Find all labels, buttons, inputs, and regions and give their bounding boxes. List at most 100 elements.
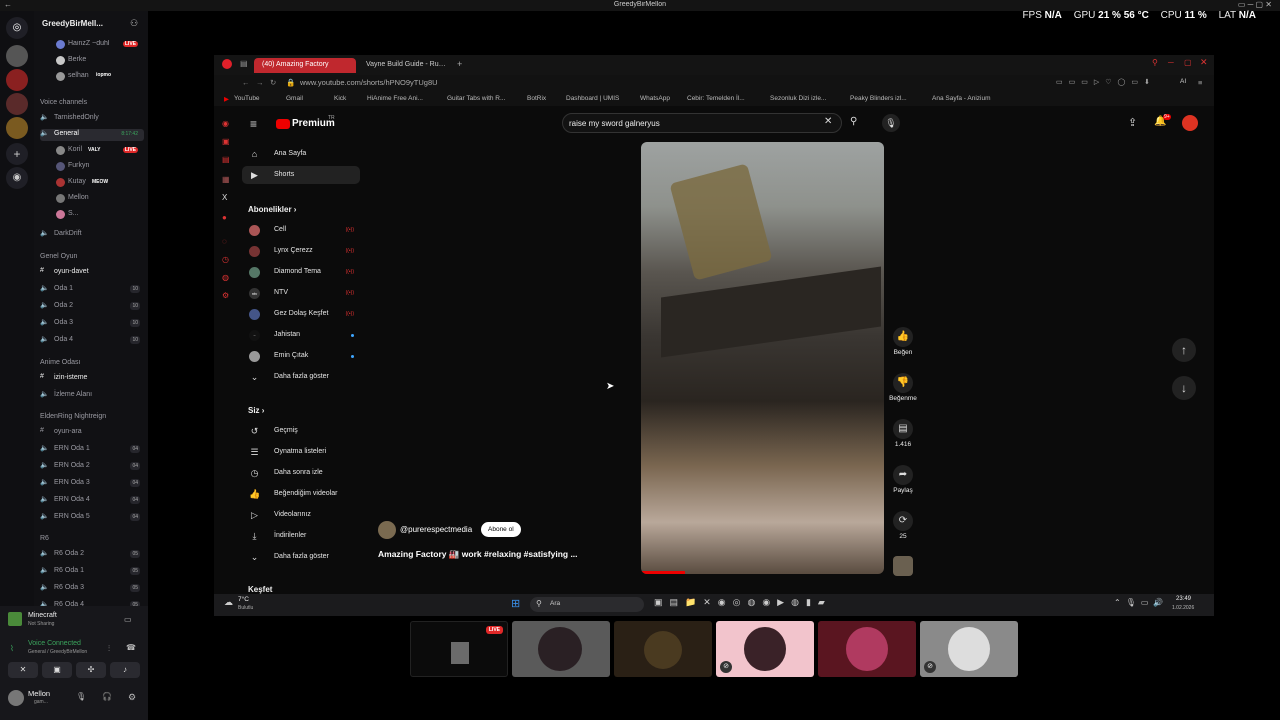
new-tab-icon[interactable]: + [457, 59, 462, 69]
bookmark-peaky[interactable]: Peaky Blinders izl... [850, 95, 907, 102]
category-r6[interactable]: R6 [40, 535, 144, 547]
stream-thumbnail[interactable]: ⊘ [920, 621, 1018, 677]
clear-search-icon[interactable]: ✕ [824, 116, 832, 127]
server-icon[interactable] [6, 117, 28, 139]
menu-icon[interactable]: ≡ [1198, 78, 1202, 87]
bookmark-botrix[interactable]: BotRix [527, 95, 546, 102]
pinned-apps[interactable]: ▣▤📁✕◉◎◍◉▶◍▮▰ [654, 597, 832, 608]
remix-button[interactable]: ⟳ 25 [886, 511, 920, 540]
search-icon[interactable]: ⚲ [1152, 58, 1158, 67]
sidebar-icon[interactable]: ▣ [222, 137, 230, 146]
voice-channel[interactable]: 🔈 Oda 4 10 [40, 335, 144, 347]
bookmark-sezonluk[interactable]: Sezonluk Dizi izle... [770, 95, 826, 102]
explore-icon[interactable]: ◉ [6, 167, 28, 189]
category-genel[interactable]: Genel Oyun [40, 253, 144, 265]
hamburger-icon[interactable]: ≡ [250, 117, 257, 131]
sound-thumbnail[interactable] [893, 556, 913, 576]
bookmark-gmail[interactable]: Gmail [286, 95, 303, 102]
video-progress-bar[interactable] [641, 571, 685, 574]
sidebar-icon[interactable]: ◍ [222, 273, 229, 282]
headphones-icon[interactable]: 🎧 [102, 692, 112, 701]
voice-channel[interactable]: 🔈 Oda 3 10 [40, 318, 144, 330]
server-icon[interactable] [6, 93, 28, 115]
gear-icon[interactable]: ⚙ [128, 692, 136, 703]
bookmark-cebir[interactable]: Cebir: Temelden İl... [687, 95, 745, 102]
microphone-icon[interactable]: 🎙 [882, 114, 900, 132]
stream-thumbnail[interactable]: ⊘ [716, 621, 814, 677]
subscribe-button[interactable]: Abone ol [481, 522, 521, 537]
nav-downloads[interactable]: ⤓ İndirilenler [242, 527, 360, 545]
voice-channel-active[interactable]: 🔈 General 8:17:42 [40, 129, 144, 141]
forward-icon[interactable]: → [256, 78, 264, 87]
bookmark-umis[interactable]: Dashboard | UMIS [566, 95, 619, 102]
voice-channel[interactable]: 🔈 ERN Oda 1 04 [40, 444, 144, 456]
member-item[interactable]: Koril VALY LIVE [40, 145, 144, 157]
avatar[interactable] [8, 690, 24, 706]
voice-channel[interactable]: 🔈 DarkDrift [40, 229, 144, 241]
category-anime[interactable]: Anime Odası [40, 359, 144, 371]
stream-thumbnail[interactable] [818, 621, 916, 677]
sidebar-icon[interactable]: ▤ [222, 155, 230, 164]
member-item[interactable]: S... [40, 209, 144, 221]
window-controls[interactable]: ▭ ─ ▢ ✕ [1238, 0, 1272, 9]
server-icon[interactable] [6, 45, 28, 67]
back-arrow-icon[interactable]: ← [4, 0, 12, 9]
ai-button[interactable]: AI [1180, 78, 1186, 85]
twitch-icon[interactable]: ▦ [222, 175, 230, 184]
member-item[interactable]: Kutay MEOW [40, 177, 144, 189]
nav-playlists[interactable]: ☰ Oynatma listeleri [242, 443, 360, 461]
back-icon[interactable]: ← [242, 78, 250, 87]
voice-channel[interactable]: 🔈 R6 Oda 3 05 [40, 583, 144, 595]
microphone-icon[interactable]: 🎙 [76, 692, 86, 701]
search-input[interactable]: raise my sword galneryus [562, 113, 842, 133]
category-voice[interactable]: Voice channels [40, 99, 144, 111]
server-name[interactable]: GreedyBirMell... [42, 19, 122, 28]
upload-icon[interactable]: ⇪ [1128, 116, 1137, 129]
voice-channel[interactable]: 🔈 R6 Oda 1 05 [40, 566, 144, 578]
voice-channel[interactable]: 🔈 Oda 2 10 [40, 301, 144, 313]
url-field[interactable]: www.youtube.com/shorts/hPNO9yTUg8U [300, 78, 600, 87]
nav-watch-later[interactable]: ◷ Daha sonra izle [242, 464, 360, 482]
extension-icons[interactable]: ▭▭▭▷♡◯▭⬇ [1056, 78, 1156, 86]
voice-channel[interactable]: 🔈 ERN Oda 5 04 [40, 512, 144, 524]
voice-channel[interactable]: 🔈 ERN Oda 3 04 [40, 478, 144, 490]
sub-item[interactable]: Diamond Tema ((•)) [242, 263, 360, 281]
tab-vayne[interactable]: Vayne Build Guide - Rune [358, 58, 454, 73]
discord-home-icon[interactable]: ◎ [6, 17, 28, 39]
screen-share-button[interactable]: ▣ [42, 662, 72, 678]
channel-name[interactable]: @purerespectmedia [400, 525, 472, 534]
search-icon[interactable]: ⚲ [850, 116, 857, 127]
sub-item[interactable]: ~ Jahistan [242, 326, 360, 344]
bookmark-youtube[interactable]: YouTube [234, 95, 260, 102]
comments-button[interactable]: ▤ 1.416 [886, 419, 920, 448]
bookmark-anizium[interactable]: Ana Sayfa - Anizium [932, 95, 991, 102]
taskbar-search[interactable]: ⚲ Ara [530, 597, 644, 612]
sub-item[interactable]: Emin Çıtak [242, 347, 360, 365]
add-friend-icon[interactable]: ⚇ [130, 18, 138, 29]
bookmark-kick[interactable]: Kick [334, 95, 346, 102]
category-eldenring[interactable]: EldenRing Nightreign [40, 413, 144, 425]
clock-time[interactable]: 23:49 [1176, 596, 1191, 602]
windows-start-icon[interactable]: ⊞ [511, 598, 523, 610]
youtube-logo-icon[interactable] [276, 119, 290, 129]
tab-list-icon[interactable]: ▤ [240, 59, 248, 68]
nav-liked-videos[interactable]: 👍 Beğendiğim videolar [242, 485, 360, 503]
member-item[interactable]: Berke [40, 55, 144, 67]
channel-avatar[interactable] [378, 521, 396, 539]
voice-channel[interactable]: 🔈 İzleme Alanı [40, 390, 144, 402]
voice-channel[interactable]: 🔈 Oda 1 10 [40, 284, 144, 296]
voice-channel[interactable]: 🔈 TarnishedOnly [40, 113, 144, 125]
sub-item[interactable]: ntv NTV ((•)) [242, 284, 360, 302]
voice-channel[interactable]: 🔈 R6 Oda 2 05 [40, 549, 144, 561]
nav-shorts[interactable]: ▶ Shorts [242, 166, 360, 184]
camera-button[interactable]: ✕ [8, 662, 38, 678]
stream-thumbnail[interactable]: LIVE [410, 621, 508, 677]
bookmark-hianime[interactable]: HiAnime Free Ani... [367, 95, 423, 102]
weather-temp[interactable]: 7°C [238, 596, 249, 603]
tray-icons[interactable]: ⌃🎙▭🔊 [1114, 598, 1168, 607]
server-icon[interactable] [6, 69, 28, 91]
stream-thumbnail[interactable] [614, 621, 712, 677]
member-item[interactable]: HainzZ ~duhl LIVE [40, 39, 144, 51]
screen-share-icon[interactable]: ▭ [124, 615, 132, 624]
noise-icon[interactable]: ⫶ [108, 644, 110, 654]
